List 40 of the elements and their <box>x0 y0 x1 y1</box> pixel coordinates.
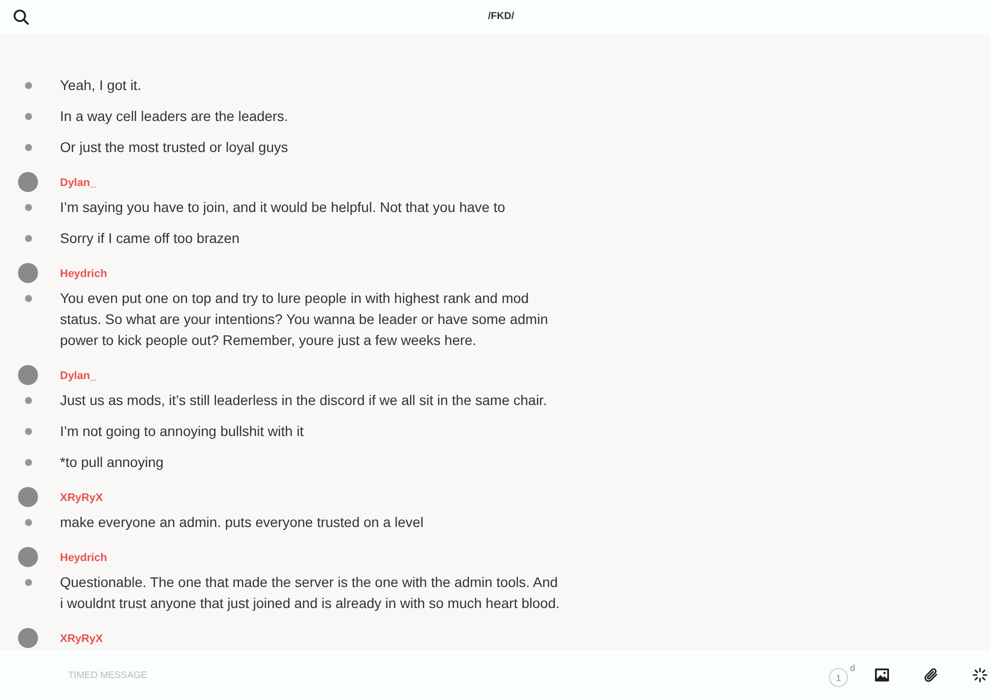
search-icon[interactable] <box>13 9 29 25</box>
message-text: Yeah, I got it. <box>60 76 142 95</box>
author-name[interactable]: XRyRyX <box>60 632 103 646</box>
author-name[interactable]: Dylan_ <box>60 369 96 383</box>
paperclip-icon[interactable] <box>923 667 939 683</box>
message-text: You even put one on top and try to lure people in with highest rank and mod status. So what are your intentions? You wanna be leader or have some admin power to kick people out? Remember, youre just a few weeks here. <box>60 289 549 350</box>
author-name[interactable]: Dylan_ <box>60 176 96 190</box>
message-input[interactable]: TIMED MESSAGE <box>62 666 374 684</box>
avatar[interactable] <box>18 365 38 385</box>
author-name[interactable]: XRyRyX <box>60 491 103 505</box>
message-bullet <box>25 295 32 302</box>
message-text: Questionable. The one that made the server is the one with the admin tools. And i wouldnt trust anyone that just joined and is already in with so much heart blood. <box>60 573 560 613</box>
avatar[interactable] <box>18 263 38 283</box>
message-bullet <box>25 428 32 435</box>
message-bullet <box>25 113 32 120</box>
message-bullet <box>25 144 32 151</box>
avatar[interactable] <box>18 628 38 648</box>
message-bullet <box>25 235 32 242</box>
message-text: *to pull annoying <box>60 453 164 472</box>
message-bullet <box>25 397 32 404</box>
message-text: In a way cell leaders are the leaders. <box>60 107 288 126</box>
author-name[interactable]: Heydrich <box>60 551 108 565</box>
message-bullet <box>25 204 32 211</box>
message-bullet <box>25 519 32 526</box>
sparkle-icon[interactable] <box>972 667 988 683</box>
message-text: Or just the most trusted or loyal guys <box>60 138 288 157</box>
message-text: make everyone an admin. puts everyone trusted on a level <box>60 513 424 532</box>
message-bullet <box>25 459 32 466</box>
avatar[interactable] <box>18 547 38 567</box>
message-bullet <box>25 579 32 586</box>
avatar[interactable] <box>18 487 38 507</box>
message-text: Just us as mods, it’s still leaderless in the discord if we all sit in the same chair. <box>60 391 547 410</box>
channel-title: /FKD/ <box>488 11 514 22</box>
message-bullet <box>25 82 32 89</box>
message-text: I’m saying you have to join, and it would be helpful. Not that you have to <box>60 198 506 217</box>
author-name[interactable]: Heydrich <box>60 267 108 281</box>
image-icon[interactable] <box>874 667 890 683</box>
avatar[interactable] <box>18 172 38 192</box>
message-text: Sorry if I came off too brazen <box>60 229 240 248</box>
message-text: I’m not going to annoying bullshit with it <box>60 422 304 441</box>
